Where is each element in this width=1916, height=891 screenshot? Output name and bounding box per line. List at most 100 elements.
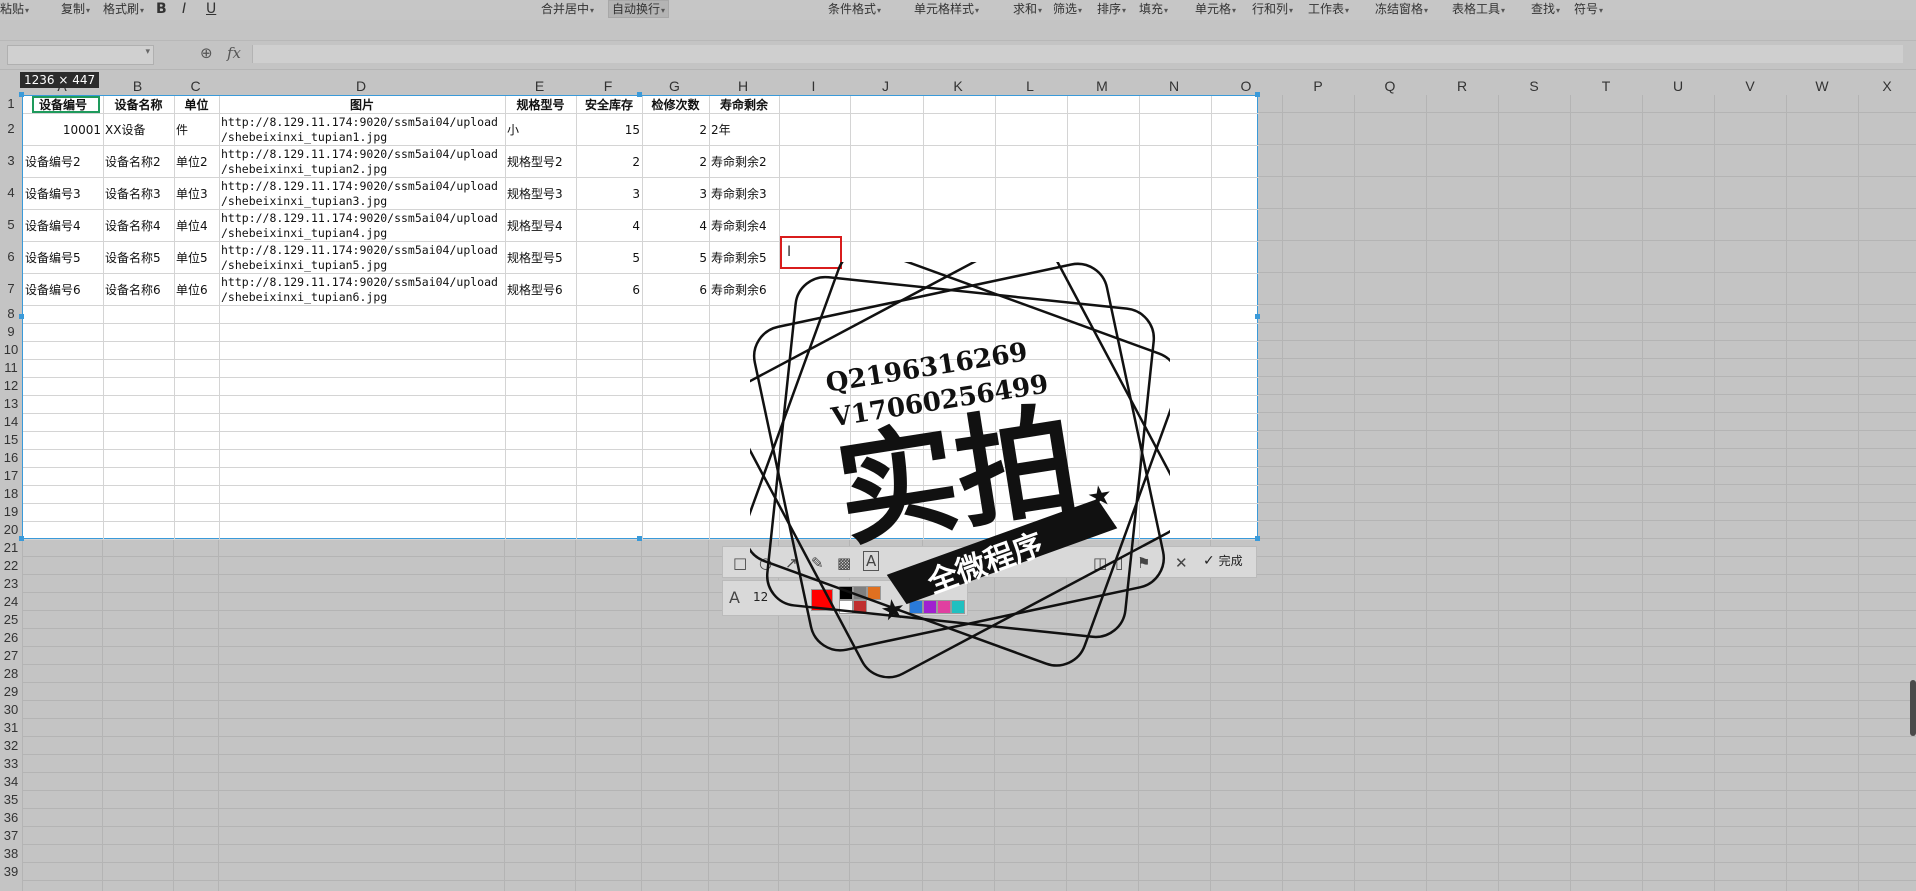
ribbon-item[interactable]: 单元格样式	[914, 1, 979, 17]
table-cell[interactable]: 图片	[221, 97, 503, 113]
row-label[interactable]: 21	[0, 539, 22, 557]
row-label[interactable]: 12	[0, 377, 22, 395]
table-cell[interactable]: 单位3	[176, 179, 217, 209]
row-label[interactable]: 28	[0, 665, 22, 683]
table-cell[interactable]: 设备名称5	[105, 243, 172, 273]
cancel-icon[interactable]: ✕	[1175, 554, 1188, 572]
table-cell[interactable]: 设备名称3	[105, 179, 172, 209]
column-label[interactable]: R	[1426, 77, 1498, 95]
ribbon-item[interactable]: 冻结窗格	[1375, 1, 1428, 17]
done-button[interactable]: ✓ 完成	[1203, 552, 1243, 569]
ribbon-item[interactable]: 条件格式	[828, 1, 881, 17]
name-box[interactable]: ▾	[7, 45, 154, 65]
formula-input[interactable]	[252, 45, 1903, 63]
row-label[interactable]: 24	[0, 593, 22, 611]
ribbon-item[interactable]: I	[182, 1, 186, 17]
ribbon-item[interactable]: 合并居中	[541, 1, 594, 17]
table-cell[interactable]: 设备编号6	[25, 275, 101, 305]
row-label[interactable]: 6	[0, 241, 22, 273]
selection-resize-handle[interactable]	[1255, 314, 1260, 319]
column-label[interactable]: S	[1498, 77, 1570, 95]
column-label[interactable]: D	[218, 77, 504, 95]
column-label[interactable]: N	[1138, 77, 1210, 95]
ribbon-item[interactable]: 行和列	[1252, 1, 1293, 17]
column-label[interactable]: J	[849, 77, 922, 95]
row-label[interactable]: 9	[0, 323, 22, 341]
row-label[interactable]: 22	[0, 557, 22, 575]
table-cell[interactable]: http://8.129.11.174:9020/ssm5ai04/upload…	[221, 147, 503, 177]
ribbon-item[interactable]: U	[206, 1, 216, 17]
table-cell[interactable]: http://8.129.11.174:9020/ssm5ai04/upload…	[221, 115, 503, 145]
table-cell[interactable]: 设备名称4	[105, 211, 172, 241]
table-cell[interactable]: http://8.129.11.174:9020/ssm5ai04/upload…	[221, 243, 503, 273]
table-cell[interactable]: 设备名称	[105, 97, 172, 113]
column-label[interactable]: P	[1282, 77, 1354, 95]
row-label[interactable]: 38	[0, 845, 22, 863]
table-cell[interactable]: 规格型号	[507, 97, 574, 113]
table-cell[interactable]: 小	[507, 115, 574, 145]
column-label[interactable]: B	[102, 77, 173, 95]
fx-icon[interactable]: fx	[227, 44, 241, 62]
ribbon-item[interactable]: 求和	[1013, 1, 1042, 17]
column-label[interactable]: L	[994, 77, 1066, 95]
ribbon-item[interactable]: 工作表	[1308, 1, 1349, 17]
table-cell[interactable]: 4	[644, 211, 707, 241]
table-cell[interactable]: 15	[578, 115, 640, 145]
column-label[interactable]: U	[1642, 77, 1714, 95]
row-label[interactable]: 3	[0, 145, 22, 177]
column-label[interactable]: E	[504, 77, 575, 95]
ribbon-item[interactable]: 格式刷	[103, 1, 144, 17]
table-cell[interactable]: 2	[578, 147, 640, 177]
row-label[interactable]: 35	[0, 791, 22, 809]
table-cell[interactable]: 单位5	[176, 243, 217, 273]
table-cell[interactable]: http://8.129.11.174:9020/ssm5ai04/upload…	[221, 179, 503, 209]
table-cell[interactable]: 寿命剩余4	[711, 211, 777, 241]
table-cell[interactable]: 单位6	[176, 275, 217, 305]
table-cell[interactable]: 2年	[711, 115, 777, 145]
row-label[interactable]: 39	[0, 863, 22, 881]
table-cell[interactable]: 设备名称2	[105, 147, 172, 177]
table-cell[interactable]: 2	[644, 115, 707, 145]
ribbon-item[interactable]: 单元格	[1195, 1, 1236, 17]
table-cell[interactable]: 5	[578, 243, 640, 273]
row-label[interactable]: 15	[0, 431, 22, 449]
table-cell[interactable]: 6	[578, 275, 640, 305]
table-cell[interactable]: http://8.129.11.174:9020/ssm5ai04/upload…	[221, 275, 503, 305]
row-label[interactable]: 37	[0, 827, 22, 845]
column-label[interactable]: W	[1786, 77, 1858, 95]
row-label[interactable]: 10	[0, 341, 22, 359]
row-label[interactable]: 23	[0, 575, 22, 593]
table-cell[interactable]: 规格型号5	[507, 243, 574, 273]
table-cell[interactable]: 规格型号2	[507, 147, 574, 177]
column-label[interactable]: X	[1858, 77, 1916, 95]
table-cell[interactable]: XX设备	[105, 115, 172, 145]
ribbon-item[interactable]: 粘贴	[0, 1, 29, 17]
table-cell[interactable]: 单位	[176, 97, 217, 113]
selection-resize-handle[interactable]	[19, 314, 24, 319]
column-label[interactable]: Q	[1354, 77, 1426, 95]
row-label[interactable]: 26	[0, 629, 22, 647]
selection-resize-handle[interactable]	[19, 92, 24, 97]
row-label[interactable]: 34	[0, 773, 22, 791]
table-cell[interactable]: 设备名称6	[105, 275, 172, 305]
row-label[interactable]: 11	[0, 359, 22, 377]
table-cell[interactable]: 3	[644, 179, 707, 209]
column-label[interactable]: M	[1066, 77, 1138, 95]
table-cell[interactable]: 设备编号2	[25, 147, 101, 177]
vertical-scrollbar[interactable]	[1910, 680, 1916, 736]
zoom-icon[interactable]: ⊕	[200, 44, 213, 62]
ribbon-item[interactable]: 自动换行	[608, 0, 670, 18]
table-cell[interactable]: 单位2	[176, 147, 217, 177]
table-cell[interactable]: 寿命剩余2	[711, 147, 777, 177]
row-label[interactable]: 19	[0, 503, 22, 521]
chevron-down-icon[interactable]: ▾	[145, 47, 150, 57]
row-label[interactable]: 2	[0, 113, 22, 145]
column-label[interactable]: F	[575, 77, 641, 95]
row-label[interactable]: 4	[0, 177, 22, 209]
table-cell[interactable]: 设备编号3	[25, 179, 101, 209]
row-label[interactable]: 27	[0, 647, 22, 665]
row-label[interactable]: 29	[0, 683, 22, 701]
row-label[interactable]: 14	[0, 413, 22, 431]
column-label[interactable]: I	[778, 77, 849, 95]
selection-resize-handle[interactable]	[19, 536, 24, 541]
